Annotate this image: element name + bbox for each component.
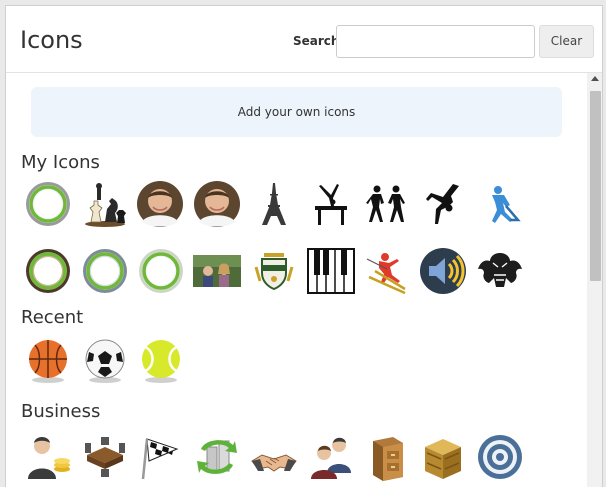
checkered-flag-icon[interactable] <box>137 433 185 481</box>
eiffel-tower-icon[interactable] <box>250 180 298 228</box>
scroll-up-arrow-icon[interactable] <box>591 76 599 81</box>
icon-list: Add your own icons My Icons Recent Busin… <box>6 73 587 487</box>
file-cabinet-icon[interactable] <box>363 433 411 481</box>
tribal-bat-icon[interactable] <box>476 247 524 295</box>
tennis-ball-icon[interactable] <box>137 336 185 384</box>
family-photo-icon[interactable] <box>193 247 241 295</box>
scrollbar-thumb[interactable] <box>590 91 601 281</box>
icon-picker-dialog: Icons Search Clear Add your own icons My… <box>5 5 603 487</box>
green-ring-icon[interactable] <box>137 247 185 295</box>
basketball-icon[interactable] <box>24 336 72 384</box>
exchange-arrows-icon[interactable] <box>193 433 241 481</box>
green-ring-icon[interactable] <box>24 180 72 228</box>
piano-keys-icon[interactable] <box>307 247 355 295</box>
wooden-crate-icon[interactable] <box>419 433 467 481</box>
search-label: Search <box>293 34 340 48</box>
users-icon[interactable] <box>307 433 355 481</box>
soccer-ball-icon[interactable] <box>81 336 129 384</box>
add-own-icons-button[interactable]: Add your own icons <box>31 87 562 137</box>
coat-of-arms-icon[interactable] <box>250 247 298 295</box>
dialog-header: Icons Search Clear <box>6 6 602 73</box>
target-icon[interactable] <box>476 433 524 481</box>
portrait-icon[interactable] <box>193 180 241 228</box>
vertical-scrollbar[interactable] <box>587 73 602 487</box>
handshake-icon[interactable] <box>250 433 298 481</box>
hockey-player-icon[interactable] <box>476 180 524 228</box>
section-title-recent: Recent <box>21 307 84 328</box>
search-input[interactable] <box>336 25 535 58</box>
section-title-business: Business <box>21 401 101 422</box>
green-ring-icon[interactable] <box>81 247 129 295</box>
gymnast-icon[interactable] <box>307 180 355 228</box>
breakdancer-icon[interactable] <box>419 180 467 228</box>
businessman-coins-icon[interactable] <box>24 433 72 481</box>
chess-icon[interactable] <box>81 180 129 228</box>
green-ring-icon[interactable] <box>24 247 72 295</box>
meeting-table-icon[interactable] <box>81 433 129 481</box>
portrait-icon[interactable] <box>136 180 184 228</box>
dancers-icon[interactable] <box>363 180 411 228</box>
skier-icon[interactable] <box>363 247 411 295</box>
dialog-title: Icons <box>20 26 83 54</box>
clear-button[interactable]: Clear <box>539 25 594 58</box>
speaker-icon[interactable] <box>419 247 467 295</box>
section-title-my-icons: My Icons <box>21 152 100 173</box>
